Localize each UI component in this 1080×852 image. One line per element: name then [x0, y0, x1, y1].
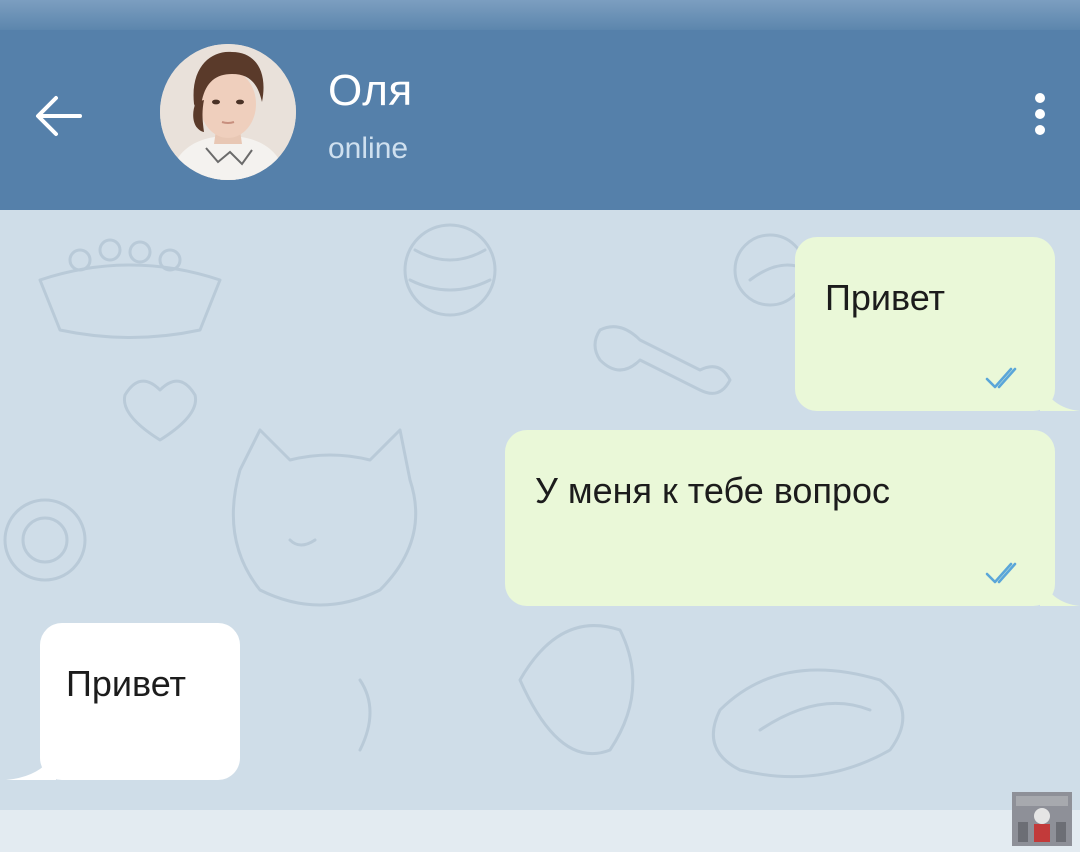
message-bubble-outgoing[interactable]: Привет: [795, 237, 1055, 411]
more-menu-button[interactable]: [1020, 82, 1060, 146]
message-bubble-outgoing[interactable]: У меня к тебе вопрос: [505, 430, 1055, 606]
bottom-bar: [0, 810, 1080, 852]
thumbnail-picture: [1012, 792, 1072, 846]
double-check-icon: [985, 367, 1017, 389]
contact-status: online: [328, 132, 409, 165]
contact-name: Оля: [328, 66, 413, 115]
arrow-left-icon: [36, 96, 82, 136]
bubble-tail-incoming: [6, 748, 56, 780]
status-bar: [0, 0, 1080, 30]
corner-thumbnail-image: [1012, 792, 1072, 846]
message-bubble-incoming[interactable]: Привет: [40, 623, 240, 780]
contact-avatar[interactable]: [160, 44, 296, 180]
more-vertical-icon: [1035, 93, 1045, 135]
message-text: У меня к тебе вопрос: [535, 470, 890, 511]
double-check-icon: [985, 562, 1017, 584]
bubble-tail-outgoing: [1040, 380, 1080, 411]
back-button[interactable]: [26, 82, 90, 146]
chat-header: Оля online: [0, 30, 1080, 210]
message-text: Привет: [825, 277, 946, 318]
message-text: Привет: [66, 663, 187, 704]
chat-screen: Оля online Привет У меня к тебе вопрос П…: [0, 0, 1080, 852]
avatar-photo: [160, 44, 296, 180]
bubble-tail-outgoing: [1040, 575, 1080, 606]
